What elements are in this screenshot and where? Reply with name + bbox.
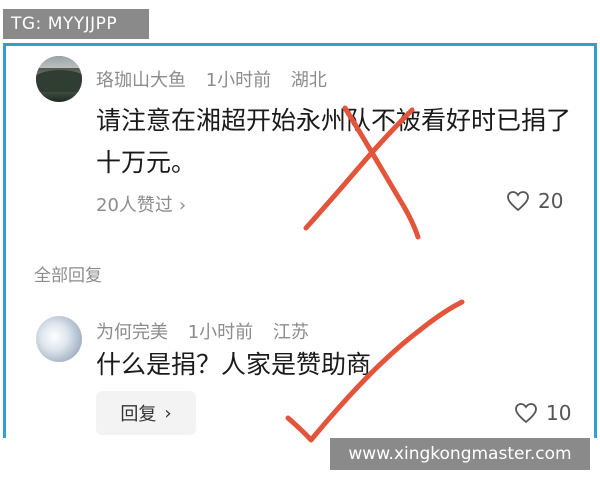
comment-location: 江苏 (272, 322, 309, 343)
like-button[interactable]: 20 (506, 189, 563, 213)
likes-summary[interactable]: 20人赞过 › (96, 191, 186, 217)
avatar-sky (36, 56, 82, 68)
screenshot-page: 珞珈山大鱼 1小时前 湖北 请注意在湘超开始永州队不被看好时已捐了十万元。 20… (0, 0, 600, 480)
comment-panel: 珞珈山大鱼 1小时前 湖北 请注意在湘超开始永州队不被看好时已捐了十万元。 20… (3, 43, 597, 438)
comment-username[interactable]: 珞珈山大鱼 (96, 70, 186, 91)
comment-meta: 为何完美 1小时前 江苏 (96, 318, 323, 344)
like-count: 20 (538, 189, 564, 213)
comment-text: 什么是捐？人家是赞助商 (96, 350, 372, 379)
comment-meta: 珞珈山大鱼 1小时前 湖北 (96, 66, 341, 92)
reply-button[interactable]: 回复 › (96, 391, 196, 435)
user-avatar[interactable] (36, 316, 82, 362)
heart-icon (515, 403, 537, 424)
like-count: 10 (546, 401, 572, 425)
reply-label: 回复 (120, 404, 157, 425)
site-watermark: www.xingkongmaster.com (330, 438, 590, 470)
chevron-right-icon: › (164, 402, 172, 424)
avatar-hill (36, 70, 82, 92)
likes-summary-label: 20人赞过 (96, 195, 173, 216)
comment-username[interactable]: 为何完美 (96, 322, 168, 343)
comment-time: 1小时前 (187, 322, 254, 343)
all-replies-label: 全部回复 (34, 266, 102, 286)
like-button[interactable]: 10 (514, 401, 571, 425)
comment-text: 请注意在湘超开始永州队不被看好时已捐了十万元。 (96, 106, 572, 177)
chevron-right-icon: › (178, 195, 187, 216)
comment-time: 1小时前 (205, 70, 272, 91)
comment-location: 湖北 (290, 70, 327, 91)
user-avatar[interactable] (36, 56, 82, 102)
telegram-badge: TG: MYYJJPP (3, 9, 149, 39)
heart-icon (507, 191, 529, 212)
